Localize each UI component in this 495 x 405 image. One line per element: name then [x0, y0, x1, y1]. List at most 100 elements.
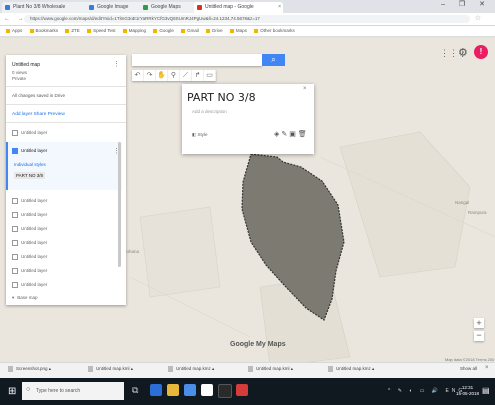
layer-item[interactable]: Untitled layer: [12, 226, 120, 232]
tab-label: Untitled map - Google: [205, 4, 254, 10]
search-icon: ⌕: [271, 55, 276, 64]
card-actions: ◈✎▣🗑: [274, 130, 309, 138]
checkbox-icon[interactable]: [12, 240, 18, 246]
media-icon[interactable]: [218, 384, 232, 398]
file-icon: [88, 366, 93, 372]
bookmark[interactable]: Mapping: [122, 26, 146, 36]
bookmark[interactable]: Google: [153, 26, 174, 36]
close-icon[interactable]: ×: [278, 2, 281, 13]
checkbox-icon[interactable]: [12, 148, 18, 154]
zoom-in-button[interactable]: +: [474, 318, 484, 328]
download-item[interactable]: Untitled map.kmz ▴: [168, 366, 214, 372]
tab-label: Google Image: [97, 4, 129, 10]
tab-favicon-icon: [5, 5, 10, 10]
checkbox-icon[interactable]: [12, 226, 18, 232]
store-icon[interactable]: [184, 384, 196, 396]
layer-item[interactable]: Untitled layer: [12, 268, 120, 274]
download-item[interactable]: Untitled map.kml ▴: [248, 366, 293, 372]
bookmark[interactable]: Speed Test: [87, 26, 116, 36]
map-place-label: Rampura: [468, 210, 487, 215]
bookmark[interactable]: Other bookmarks: [254, 26, 295, 36]
base-map-item[interactable]: ▾ Base map: [12, 295, 120, 301]
checkbox-icon[interactable]: [12, 282, 18, 288]
bookmark[interactable]: Maps: [229, 26, 247, 36]
hand-icon[interactable]: ✋: [156, 70, 168, 81]
map-title[interactable]: Untitled map: [12, 62, 40, 68]
download-item[interactable]: Untitled map.kml ▴: [88, 366, 133, 372]
map-visibility: Private: [12, 76, 27, 81]
divider: [6, 104, 126, 105]
layer-item[interactable]: Untitled layer: [12, 198, 120, 204]
bookmark[interactable]: Drive: [206, 26, 223, 36]
layer-item[interactable]: Untitled layer: [12, 282, 120, 288]
tab-favicon-icon: [89, 5, 94, 10]
draw-line-icon[interactable]: ⟋: [180, 70, 192, 81]
window-controls[interactable]: – ❐ ✕: [441, 0, 491, 8]
style-button[interactable]: ◧ Style: [192, 132, 208, 138]
checkbox-icon[interactable]: [12, 130, 18, 136]
checkbox-icon[interactable]: [12, 198, 18, 204]
feature-title[interactable]: PART NO 3/8: [187, 91, 256, 104]
clock[interactable]: 12:31 15-05-2018: [456, 385, 479, 397]
more-options-icon[interactable]: ⋮: [113, 60, 120, 68]
layer-item[interactable]: Untitled layer: [12, 212, 120, 218]
panel-scrollbar[interactable]: [118, 142, 121, 267]
download-item[interactable]: Untitled map.kmz ▴: [328, 366, 374, 372]
undo-icon[interactable]: ↶: [132, 70, 144, 81]
checkbox-icon[interactable]: [12, 268, 18, 274]
star-icon[interactable]: ☆: [475, 14, 481, 22]
folder-icon: [181, 28, 186, 33]
delete-icon[interactable]: 🗑: [298, 131, 309, 138]
individual-styles-link[interactable]: Individual styles: [14, 162, 46, 167]
zoom-out-button[interactable]: −: [474, 331, 484, 341]
checkbox-icon[interactable]: [12, 254, 18, 260]
windows-start-icon[interactable]: ⊞: [8, 386, 16, 397]
ruler-icon[interactable]: ▭: [204, 70, 216, 81]
chrome-icon[interactable]: [201, 384, 213, 396]
show-all-downloads[interactable]: Show all: [460, 366, 477, 371]
tab-label: Google Maps: [151, 4, 181, 10]
bookmark[interactable]: ZTE: [65, 26, 80, 36]
system-tray[interactable]: ^ ✎ ◐ ▭ 🔊 ENG: [388, 388, 465, 394]
search-icon: ○: [26, 386, 31, 393]
download-item[interactable]: Screenshot.png ▴: [8, 366, 51, 372]
redo-icon[interactable]: ↷: [144, 70, 156, 81]
marker-icon[interactable]: ⚲: [168, 70, 180, 81]
app-icon[interactable]: [236, 384, 248, 396]
checkbox-icon[interactable]: [12, 212, 18, 218]
map-place-label: Nangal: [455, 200, 470, 205]
bookmark[interactable]: Bookmarks: [29, 26, 58, 36]
save-status: All changes saved in Drive: [12, 93, 66, 98]
taskbar-search-placeholder: Type here to search: [36, 388, 81, 394]
tab-plant[interactable]: Plant No 3/8 Wholesale×: [2, 2, 95, 13]
folder-icon: [229, 28, 234, 33]
notification-icon[interactable]: ▤: [482, 386, 490, 395]
task-view-icon[interactable]: ⧉: [132, 384, 144, 396]
file-explorer-icon[interactable]: [167, 384, 179, 396]
panel-actions[interactable]: Add layer Share Preview: [12, 112, 65, 117]
search-input[interactable]: [132, 54, 262, 66]
directions-icon[interactable]: ↱: [192, 70, 204, 81]
feature-item[interactable]: PART NO 3/8: [14, 172, 46, 179]
edge-icon[interactable]: [150, 384, 162, 396]
bookmark[interactable]: Gmail: [181, 26, 199, 36]
photo-icon[interactable]: ▣: [289, 131, 298, 138]
layer-item[interactable]: Untitled layer: [12, 240, 120, 246]
url-field[interactable]: https://www.google.com/maps/d/edit?mid=1…: [24, 15, 470, 23]
gear-icon[interactable]: ⚙: [458, 46, 468, 59]
folder-icon: [153, 28, 158, 33]
search-button[interactable]: ⌕: [262, 54, 285, 66]
avatar[interactable]: !: [474, 45, 488, 59]
divider: [6, 86, 126, 87]
bookmarks-bar: Apps Bookmarks ZTE Speed Test Mapping Go…: [0, 26, 495, 37]
close-icon[interactable]: ×: [485, 365, 489, 371]
file-icon: [8, 366, 13, 372]
tab-untitled-map[interactable]: Untitled map - Google ×: [194, 2, 283, 13]
tab-label: Plant No 3/8 Wholesale: [13, 4, 66, 10]
layer-item[interactable]: Untitled layer: [12, 130, 120, 136]
layer-item-active[interactable]: Untitled layer: [12, 148, 120, 154]
close-icon[interactable]: ×: [303, 86, 307, 92]
feature-description[interactable]: Add a description: [192, 109, 227, 114]
layer-item[interactable]: Untitled layer: [12, 254, 120, 260]
bookmark[interactable]: Apps: [6, 26, 22, 36]
